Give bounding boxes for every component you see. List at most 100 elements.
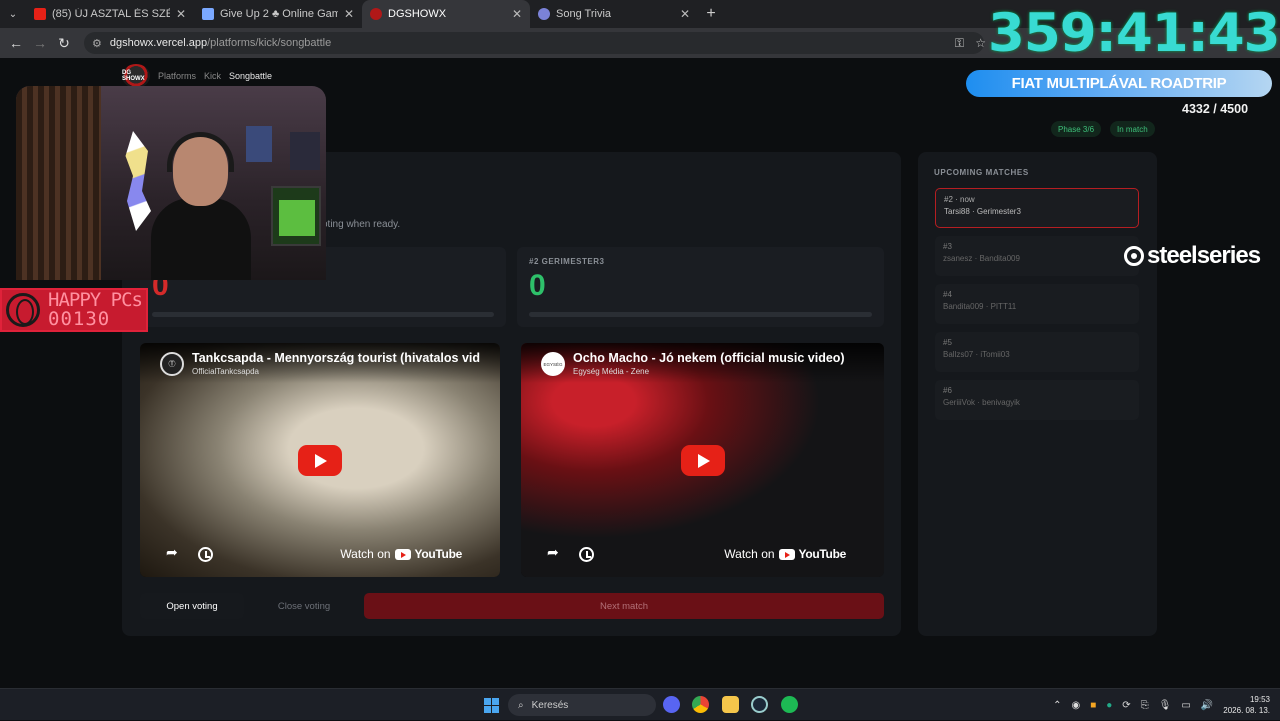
discord-app-icon[interactable] xyxy=(663,696,680,713)
play-button[interactable] xyxy=(298,445,342,476)
match-item[interactable]: #6 GeriiiVok · benivagyik xyxy=(935,380,1139,420)
streamer xyxy=(151,132,251,280)
browser-tab-active[interactable]: DGSHOWX ✕ xyxy=(362,0,530,28)
steelseries-icon xyxy=(1124,246,1144,266)
video-title[interactable]: Tankcsapda - Mennyország tourist (hivata… xyxy=(192,351,500,365)
taskbar-clock[interactable]: 19:53 2026. 08. 13. xyxy=(1223,694,1270,716)
next-match-button[interactable]: Next match xyxy=(364,593,884,619)
taskbar-search[interactable]: ⌕ Keresés xyxy=(508,694,656,716)
channel-avatar[interactable]: Ⓣ xyxy=(160,352,184,376)
reload-icon[interactable]: ↻ xyxy=(52,28,76,58)
open-voting-button[interactable]: Open voting xyxy=(140,593,244,619)
bookmark-star-icon[interactable]: ☆ xyxy=(975,36,986,50)
match-item[interactable]: #5 Ballzs07 · iTomii03 xyxy=(935,332,1139,372)
channel-avatar[interactable]: EGYSÉG xyxy=(541,352,565,376)
folder-tray-icon[interactable]: ■ xyxy=(1090,700,1096,711)
happy-pcs-badge: HAPPY PCs 00130 xyxy=(0,288,148,332)
watch-on-youtube-link[interactable]: Watch on YouTube xyxy=(724,547,846,561)
site-info-icon[interactable]: ⚙ xyxy=(92,37,102,50)
steam-app-icon[interactable] xyxy=(751,696,768,713)
goal-progress-count: 4332 / 4500 xyxy=(1182,102,1249,116)
network-icon[interactable]: ▭ xyxy=(1181,700,1190,711)
watch-later-icon[interactable] xyxy=(579,547,594,562)
watch-on-youtube-link[interactable]: Watch on YouTube xyxy=(340,547,462,561)
video-channel[interactable]: OfficialTankcsapda xyxy=(192,367,500,376)
windows-start-icon[interactable] xyxy=(484,698,499,713)
match-item-current[interactable]: #2 · now Tarsi88 · Gerimester3 xyxy=(935,188,1139,228)
steam-tray-icon[interactable]: ◉ xyxy=(1071,700,1080,711)
youtube-embed-right[interactable]: Ocho Macho - Jó nekem (official music vi… xyxy=(521,343,884,577)
url-host: dgshowx.vercel.app xyxy=(109,37,208,49)
close-voting-button[interactable]: Close voting xyxy=(252,593,356,619)
clock-time: 19:53 xyxy=(1249,695,1270,704)
watch-on-label: Watch on xyxy=(724,547,775,561)
share-icon[interactable]: ➦ xyxy=(547,544,559,561)
video-header: Tankcsapda - Mennyország tourist (hivata… xyxy=(140,343,500,383)
match-number: #6 xyxy=(943,386,952,395)
acoustic-wall xyxy=(16,86,101,280)
nav-link-kick[interactable]: Kick xyxy=(204,71,221,81)
light-lamp xyxy=(125,131,151,231)
tab-close-icon[interactable]: ✕ xyxy=(344,7,354,21)
windows-taskbar: ⌕ Keresés ⌃ ◉ ■ ● ⟳ ⎘ 🎙 ▭ 🔊 19:53 2026. … xyxy=(0,688,1280,720)
shield-tray-icon[interactable]: ● xyxy=(1106,700,1112,711)
match-teams: GeriiiVok · benivagyik xyxy=(943,398,1020,407)
match-item[interactable]: #4 Bandita009 · PITT11 xyxy=(935,284,1139,324)
back-arrow-icon[interactable]: ← xyxy=(4,28,28,58)
tab-search-icon[interactable]: ⌄ xyxy=(0,0,26,28)
pc-case xyxy=(271,186,321,246)
contestant-label: #2 GERIMESTER3 xyxy=(529,257,605,266)
tab-label: (85) ÚJ ASZTAL ÉS SZÉK ÖSSZE xyxy=(52,8,170,20)
watch-later-icon[interactable] xyxy=(198,547,213,562)
badge-code: 00130 xyxy=(48,308,111,330)
match-number: #3 xyxy=(943,242,952,251)
nav-link-platforms[interactable]: Platforms xyxy=(158,71,196,81)
youtube-logo-icon xyxy=(778,548,795,560)
url-bar[interactable]: ⚙ dgshowx.vercel.app/platforms/kick/song… xyxy=(84,32,984,54)
goal-title-bar: FIAT MULTIPLÁVAL ROADTRIP xyxy=(966,70,1272,97)
sync-tray-icon[interactable]: ⟳ xyxy=(1122,700,1130,711)
tab-close-icon[interactable]: ✕ xyxy=(680,7,690,21)
browser-tab[interactable]: Give Up 2 ♣ Online Game | G ✕ xyxy=(194,0,362,28)
youtube-logo-icon xyxy=(394,548,411,560)
match-number: #2 · now xyxy=(944,195,975,204)
search-placeholder: Keresés xyxy=(531,699,569,711)
spotify-app-icon[interactable] xyxy=(781,696,798,713)
youtube-embed-left[interactable]: Tankcsapda - Mennyország tourist (hivata… xyxy=(140,343,500,577)
video-channel[interactable]: Egység Média - Zene xyxy=(573,367,884,376)
volume-icon[interactable]: 🔊 xyxy=(1201,700,1213,711)
phase-pill: Phase 3/6 xyxy=(1051,121,1102,137)
file-explorer-icon[interactable] xyxy=(722,696,739,713)
usb-tray-icon[interactable]: ⎘ xyxy=(1141,700,1149,711)
game-favicon-icon xyxy=(202,8,214,20)
url-path: /platforms/kick/songbattle xyxy=(207,37,332,49)
browser-tab[interactable]: Song Trivia ✕ xyxy=(530,0,698,28)
site-logo[interactable]: DG SHOWX xyxy=(122,64,150,88)
site-header-nav: DG SHOWX Platforms Kick Songbattle xyxy=(122,64,272,88)
webcam-overlay xyxy=(16,86,326,280)
new-tab-icon[interactable]: + xyxy=(698,5,724,23)
video-header: Ocho Macho - Jó nekem (official music vi… xyxy=(521,343,884,383)
chrome-app-icon[interactable] xyxy=(692,696,709,713)
tab-close-icon[interactable]: ✕ xyxy=(512,7,522,21)
match-item[interactable]: #3 zsanesz · Bandita009 xyxy=(935,236,1139,276)
clock-date: 2026. 08. 13. xyxy=(1223,706,1270,715)
browser-tab[interactable]: (85) ÚJ ASZTAL ÉS SZÉK ÖSSZE ✕ xyxy=(26,0,194,28)
contestant-score: 0 xyxy=(529,269,546,302)
nav-link-songbattle[interactable]: Songbattle xyxy=(229,71,272,81)
forward-arrow-icon[interactable]: → xyxy=(28,28,52,58)
tab-label: DGSHOWX xyxy=(388,8,447,20)
tab-close-icon[interactable]: ✕ xyxy=(176,7,186,21)
tray-overflow-icon[interactable]: ⌃ xyxy=(1053,700,1061,711)
steelseries-wordmark: steelseries xyxy=(1147,242,1261,269)
share-icon[interactable]: ➦ xyxy=(166,544,178,561)
tab-label: Song Trivia xyxy=(556,8,612,20)
youtube-favicon-icon xyxy=(34,8,46,20)
voting-instructions: oting when ready. xyxy=(322,219,401,230)
play-button[interactable] xyxy=(680,445,725,476)
video-title[interactable]: Ocho Macho - Jó nekem (official music vi… xyxy=(573,351,884,365)
scorecard-right: #2 GERIMESTER3 0 xyxy=(517,247,884,327)
watch-on-label: Watch on xyxy=(340,547,391,561)
microphone-icon[interactable]: 🎙 xyxy=(1159,700,1172,711)
key-icon[interactable]: ⚿ xyxy=(955,36,964,51)
